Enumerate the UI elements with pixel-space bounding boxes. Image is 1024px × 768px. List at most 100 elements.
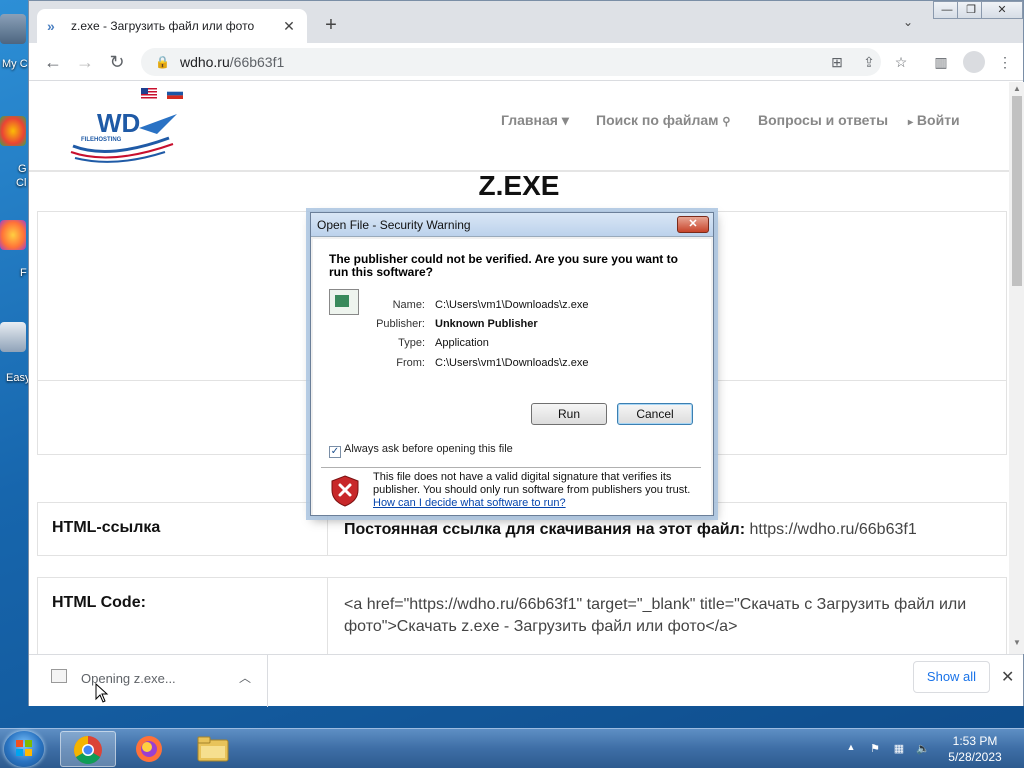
chrome-icon [0,116,26,146]
desktop-label: G [18,163,27,175]
profile-avatar-icon[interactable] [963,51,985,73]
site-logo[interactable]: WD FILEHOSTING [69,108,179,166]
run-button[interactable]: Run [531,403,607,425]
desktop-label: My C [2,58,28,70]
desktop-label: Easy [6,372,31,384]
field-value: Unknown Publisher [435,318,538,330]
share-icon[interactable]: ⇪ [859,52,879,72]
dialog-titlebar[interactable]: Open File - Security Warning ✕ [311,213,713,237]
menu-kebab-icon[interactable]: ⋮ [995,52,1015,72]
taskbar: ▲ ⚑ ▦ 🔈 1:53 PM 5/28/2023 [0,728,1024,768]
chrome-icon [74,736,102,764]
url-host: wdho.ru [179,54,230,70]
window-close-button[interactable]: ✕ [981,1,1023,19]
desktop-icon-chrome[interactable] [0,116,30,148]
download-shelf: Opening z.exe... ︿ Show all ✕ [29,654,1023,707]
nav-home[interactable]: Главная ▾ [501,112,569,129]
warning-area: This file does not have a valid digital … [313,469,711,515]
table-row: HTML Code: <a href="https://wdho.ru/66b6… [37,577,1007,654]
field-value: Application [435,337,489,349]
mouse-cursor-icon [95,683,109,703]
tab-search-button[interactable]: ⌄ [903,15,913,29]
desktop-icon-firefox[interactable] [0,220,30,252]
site-header: WD FILEHOSTING Главная ▾ Поиск по файлам… [29,82,1009,172]
clock-date: 5/28/2023 [948,750,1002,764]
desktop-icon-easy[interactable] [0,322,30,354]
taskbar-chrome[interactable] [60,731,116,767]
row-value[interactable]: Постоянная ссылка для скачивания на этот… [344,519,994,541]
taskbar-explorer[interactable] [186,731,242,767]
field-value: C:\Users\vm1\Downloads\z.exe [435,357,589,369]
cancel-button[interactable]: Cancel [617,403,693,425]
firefox-icon [136,736,162,762]
file-icon [51,669,67,683]
nav-login[interactable]: ▸ Войти [908,112,960,128]
page-title: Z.EXE [478,170,560,201]
tab-strip: » z.exe - Загрузить файл или фото ✕ + ⌄ … [29,1,1023,43]
divider [267,655,268,707]
scroll-down-icon[interactable]: ▼ [1013,638,1021,647]
site-favicon-icon: » [47,18,55,34]
chevron-up-icon[interactable]: ︿ [239,669,251,686]
tab-title: z.exe - Загрузить файл или фото [71,19,255,33]
ru-flag-icon[interactable] [167,88,183,99]
desktop-label: F [20,267,27,279]
browser-tab[interactable]: » z.exe - Загрузить файл или фото ✕ [37,9,307,43]
dialog-heading: The publisher could not be verified. Are… [329,252,678,279]
nav-search[interactable]: Поиск по файлам ⚲ [596,112,730,128]
action-center-icon[interactable]: ⚑ [868,742,882,756]
nav-search-label: Поиск по файлам [596,112,719,128]
scrollbar-thumb[interactable] [1012,96,1022,286]
warning-message: This file does not have a valid digital … [373,471,691,496]
desktop-icon-computer[interactable] [0,14,30,46]
back-button[interactable]: ← [41,51,65,73]
row-value[interactable]: <a href="https://wdho.ru/66b63f1" target… [344,594,994,638]
start-button[interactable] [4,731,44,767]
firefox-icon [0,220,26,250]
translate-icon[interactable]: ⊞ [827,52,847,72]
search-icon: ⚲ [722,116,731,128]
row-value-bold: Постоянная ссылка для скачивания на этот… [344,521,746,538]
system-clock[interactable]: 1:53 PM 5/28/2023 [940,733,1010,765]
page-scrollbar[interactable]: ▲ ▼ [1009,82,1024,654]
row-label: HTML-ссылка [38,503,328,555]
field-key: Publisher: [376,318,425,330]
nav-login-label: Войти [916,112,960,128]
new-tab-button[interactable]: + [319,13,343,37]
nav-faq[interactable]: Вопросы и ответы [758,112,888,128]
close-shelf-icon[interactable]: ✕ [1001,667,1014,687]
computer-icon [0,14,26,44]
bookmark-star-icon[interactable]: ☆ [891,52,911,72]
security-warning-dialog: Open File - Security Warning ✕ The publi… [310,212,714,516]
reload-button[interactable]: ↻ [105,51,129,73]
network-icon[interactable]: ▦ [892,742,906,756]
dialog-body: The publisher could not be verified. Are… [313,239,711,515]
scroll-up-icon[interactable]: ▲ [1013,84,1021,93]
row-label: HTML Code: [38,578,328,654]
tray-expand-icon[interactable]: ▲ [844,742,858,756]
show-all-button[interactable]: Show all [913,661,990,693]
dialog-close-button[interactable]: ✕ [677,216,709,233]
browser-toolbar: ← → ↻ 🔒 wdho.ru /66b63f1 ⊞ ⇪ ☆ ▥ ⋮ [29,43,1023,81]
forward-button[interactable]: → [73,51,97,73]
tab-close-icon[interactable]: ✕ [281,18,297,35]
windows-logo-icon [16,740,32,756]
address-bar[interactable]: 🔒 wdho.ru /66b63f1 [141,48,881,76]
download-item[interactable]: Opening z.exe... ︿ [49,667,269,695]
dialog-title: Open File - Security Warning [317,218,471,232]
side-panel-icon[interactable]: ▥ [931,52,951,72]
en-flag-icon[interactable] [141,88,157,99]
volume-icon[interactable]: 🔈 [916,742,930,756]
checkbox-check-icon[interactable]: ✓ [329,446,341,458]
url-path: /66b63f1 [229,54,285,70]
clock-time: 1:53 PM [952,734,998,748]
row-value-link[interactable]: https://wdho.ru/66b63f1 [745,521,916,538]
logo-text: WD [97,108,140,138]
field-key: From: [396,357,425,369]
always-ask-checkbox[interactable]: ✓ Always ask before opening this file [329,443,513,458]
desktop-label: Cl [16,177,27,189]
folder-icon [197,736,229,762]
taskbar-firefox[interactable] [122,731,178,767]
field-value: C:\Users\vm1\Downloads\z.exe [435,299,589,311]
help-link[interactable]: How can I decide what software to run? [373,497,566,509]
